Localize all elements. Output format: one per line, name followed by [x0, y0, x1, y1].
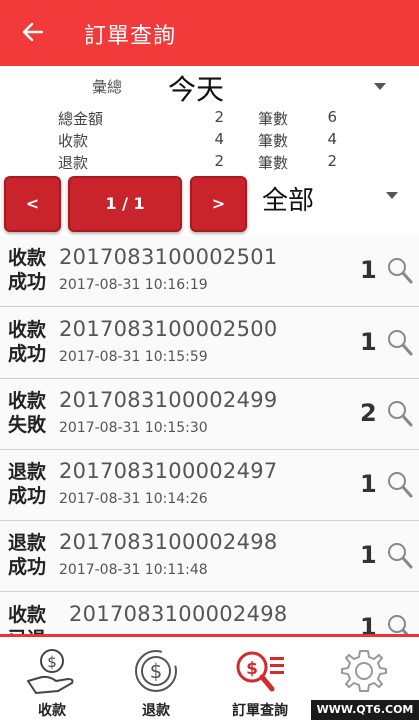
order-time: 2017-08-31 10:15:59 — [59, 349, 208, 365]
svg-text:$: $ — [150, 659, 163, 683]
summary-value: 6 — [327, 108, 337, 126]
summary-row: 收款 4 筆數 4 — [0, 130, 419, 152]
period-select[interactable]: 今天 — [168, 68, 224, 108]
page-indicator-button[interactable]: 1 / 1 — [68, 176, 182, 232]
order-status: 退款成功 — [8, 461, 47, 507]
summary-value: 4 — [214, 130, 224, 148]
order-time: 2017-08-31 10:11:48 — [59, 562, 208, 578]
order-count: 1 — [360, 328, 377, 356]
tab-label: 訂單查詢 — [232, 703, 288, 719]
order-time: 2017-08-31 10:15:30 — [59, 420, 208, 436]
pager: < 1 / 1 > 全部 — [0, 172, 419, 236]
magnifier-icon[interactable] — [386, 613, 414, 634]
gear-icon — [341, 650, 387, 692]
tab-collect[interactable]: $ 收款 — [0, 637, 104, 720]
refund-dollar-icon: $ — [135, 650, 177, 692]
status-filter-select[interactable]: 全部 — [262, 180, 314, 217]
summary-row: 總金額 2 筆數 6 — [0, 108, 419, 130]
tab-label: 收款 — [38, 703, 66, 719]
svg-text:$: $ — [47, 653, 57, 671]
summary-key: 退款 — [58, 154, 89, 172]
hand-coin-icon: $ — [27, 649, 74, 694]
magnifier-icon[interactable] — [386, 470, 414, 500]
list-item[interactable]: 退款成功 2017083100002497 2017-08-31 10:14:2… — [0, 450, 419, 521]
order-list[interactable]: 收款成功 2017083100002501 2017-08-31 10:16:1… — [0, 236, 419, 634]
summary-key: 收款 — [58, 132, 89, 150]
order-number: 2017083100002501 — [59, 245, 278, 269]
list-item[interactable]: 收款已退款 2017083100002498 1 — [0, 593, 419, 634]
watermark: WWW.QT6.COM — [311, 700, 419, 720]
list-item[interactable]: 退款成功 2017083100002498 2017-08-31 10:11:4… — [0, 521, 419, 592]
magnifier-icon[interactable] — [386, 328, 414, 358]
summary-value: 2 — [327, 152, 337, 170]
summary-value: 2 — [214, 152, 224, 170]
summary-key: 筆數 — [258, 132, 289, 150]
page-title: 訂單查詢 — [84, 24, 177, 49]
order-time: 2017-08-31 10:14:26 — [59, 491, 208, 507]
order-count: 1 — [360, 470, 377, 498]
order-count: 2 — [360, 399, 377, 427]
list-item[interactable]: 收款失敗 2017083100002499 2017-08-31 10:15:3… — [0, 379, 419, 450]
order-status: 收款成功 — [8, 319, 47, 365]
summary-panel: 彙總 今天 總金額 2 筆數 6 收款 4 筆數 4 退款 2 筆數 2 — [0, 66, 419, 172]
prev-page-button[interactable]: < — [4, 176, 61, 232]
order-count: 1 — [360, 256, 377, 284]
list-item[interactable]: 收款成功 2017083100002500 2017-08-31 10:15:5… — [0, 308, 419, 379]
summary-value: 4 — [327, 130, 337, 148]
summary-key: 總金額 — [58, 110, 104, 128]
order-number: 2017083100002500 — [59, 317, 278, 341]
svg-text:$: $ — [246, 659, 258, 679]
order-number: 2017083100002498 — [69, 602, 288, 626]
tab-refund[interactable]: $ 退款 — [104, 637, 208, 720]
tab-order-query[interactable]: $ 訂單查詢 — [208, 637, 312, 720]
order-status: 收款已退款 — [8, 604, 47, 634]
chevron-down-icon[interactable] — [386, 192, 398, 199]
tab-label: 退款 — [142, 703, 170, 719]
magnifier-icon[interactable] — [386, 541, 414, 571]
back-arrow-icon[interactable] — [18, 16, 48, 48]
order-count: 1 — [360, 541, 377, 569]
magnifier-icon[interactable] — [386, 256, 414, 286]
order-status: 收款失敗 — [8, 390, 47, 436]
next-page-button[interactable]: > — [190, 176, 247, 232]
order-status: 收款成功 — [8, 247, 47, 293]
order-number: 2017083100002498 — [59, 530, 278, 554]
summary-key: 筆數 — [258, 110, 289, 128]
order-status: 退款成功 — [8, 532, 47, 578]
list-item[interactable]: 收款成功 2017083100002501 2017-08-31 10:16:1… — [0, 236, 419, 307]
summary-value: 2 — [214, 108, 224, 126]
order-number: 2017083100002497 — [59, 459, 278, 483]
chevron-down-icon[interactable] — [374, 83, 386, 90]
summary-row: 退款 2 筆數 2 — [0, 152, 419, 174]
order-search-icon: $ — [236, 651, 284, 692]
summary-label: 彙總 — [92, 78, 123, 96]
summary-key: 筆數 — [258, 154, 289, 172]
app-bar: 訂單查詢 — [0, 0, 419, 66]
order-count: 1 — [360, 613, 377, 634]
magnifier-icon[interactable] — [386, 399, 414, 429]
order-number: 2017083100002499 — [59, 388, 278, 412]
order-time: 2017-08-31 10:16:19 — [59, 277, 208, 293]
